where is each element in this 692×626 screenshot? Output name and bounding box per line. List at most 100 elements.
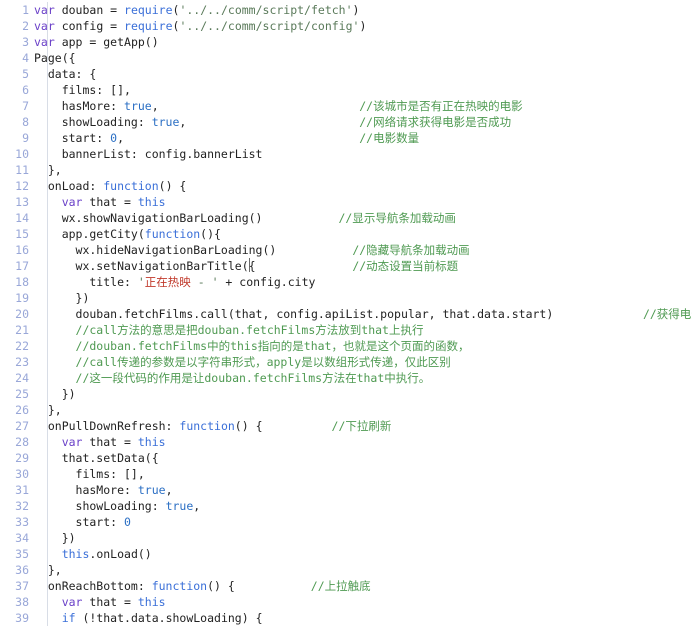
code-line[interactable]: title: '正在热映 - ' + config.city: [34, 274, 692, 290]
code-line[interactable]: var config = require('../../comm/script/…: [34, 18, 692, 34]
line-number: 8: [22, 115, 29, 129]
code-line[interactable]: var that = this: [34, 434, 692, 450]
code-token-plain: hasMore:: [34, 99, 125, 113]
code-line[interactable]: app.getCity(function(){: [34, 226, 692, 242]
code-line[interactable]: }): [34, 530, 692, 546]
line-number: 27: [15, 419, 29, 433]
code-token-plain: start:: [34, 515, 125, 529]
code-editor[interactable]: 1 2 3 4 5 6 7 8 9 10 11 12 13 14 15 16 17 18 19 20 21 22 23 24 2…: [0, 0, 692, 626]
code-line[interactable]: var that = this: [34, 194, 692, 210]
code-line[interactable]: wx.hideNavigationBarLoading() //隐藏导航条加载动画: [34, 242, 692, 258]
line-number: 23: [15, 355, 29, 369]
code-line[interactable]: //call方法的意思是把douban.fetchFilms方法放到that上执…: [34, 322, 692, 338]
code-line[interactable]: films: [],: [34, 82, 692, 98]
code-token-plain: onLoad:: [34, 179, 104, 193]
code-token-plain: () {: [207, 579, 235, 593]
code-line[interactable]: bannerList: config.bannerList: [34, 146, 692, 162]
code-token-plain: title:: [34, 275, 138, 289]
code-token-plain: films: [],: [34, 83, 131, 97]
code-line[interactable]: hasMore: true,: [34, 482, 692, 498]
code-line[interactable]: onPullDownRefresh: function() {//下拉刷新: [34, 418, 692, 434]
code-token-fn: function: [179, 419, 235, 433]
code-token-cmt: //call传递的参数是以字符串形式，apply是以数组形式传递，仅此区别: [34, 355, 451, 369]
line-number: 9: [22, 131, 29, 145]
line-number: 13: [15, 195, 29, 209]
code-line[interactable]: //这一段代码的作用是让douban.fetchFilms方法在that中执行。: [34, 370, 692, 386]
code-token-plain: app.getCity(: [34, 227, 145, 241]
code-line[interactable]: Page({: [34, 50, 692, 66]
code-token-plain: ,: [193, 499, 201, 513]
code-line[interactable]: var that = this: [34, 594, 692, 610]
code-token-fn: this: [61, 547, 90, 561]
line-number: 6: [22, 83, 29, 97]
code-token-plain: (!that.data.showLoading) {: [75, 611, 263, 625]
code-line[interactable]: var douban = require('../../comm/script/…: [34, 2, 692, 18]
code-token-kw: var: [61, 435, 83, 449]
code-token-plain: hasMore:: [34, 483, 138, 497]
code-line[interactable]: hasMore: true, //该城市是否有正在热映的电影: [34, 98, 692, 114]
code-token-num: 0: [124, 515, 131, 529]
line-number: 18: [15, 275, 29, 289]
line-number: 17: [15, 259, 29, 273]
line-number: 15: [15, 227, 29, 241]
code-token-plain: () {: [234, 419, 263, 433]
line-number-gutter: 1 2 3 4 5 6 7 8 9 10 11 12 13 14 15 16 17 18 19 20 21 22 23 24 2…: [0, 0, 34, 626]
code-line[interactable]: that.setData({: [34, 450, 692, 466]
code-token-fn: if: [61, 611, 76, 625]
code-line[interactable]: //call传递的参数是以字符串形式，apply是以数组形式传递，仅此区别: [34, 354, 692, 370]
code-token-fn: require: [124, 19, 173, 33]
code-line[interactable]: }): [34, 386, 692, 402]
code-token-kw: var: [34, 3, 55, 17]
code-line[interactable]: //douban.fetchFilms中的this指向的是that，也就是这个页…: [34, 338, 692, 354]
code-token-plain: Page({: [34, 51, 76, 65]
line-number: 12: [15, 179, 29, 193]
line-number: 20: [15, 307, 29, 321]
inline-comment: //网络请求获得电影是否成功: [359, 115, 512, 129]
line-number: 30: [15, 467, 29, 481]
code-line[interactable]: }): [34, 290, 692, 306]
code-line[interactable]: showLoading: true, //网络请求获得电影是否成功: [34, 114, 692, 130]
line-number: 4: [22, 51, 29, 65]
code-line[interactable]: start: 0,//电影数量: [34, 130, 692, 146]
code-line[interactable]: if (!that.data.showLoading) {: [34, 610, 692, 626]
code-line[interactable]: this.onLoad(): [34, 546, 692, 562]
code-token-bool: true: [165, 499, 194, 513]
line-number: 3: [22, 35, 29, 49]
code-token-kw: var: [34, 19, 55, 33]
inline-comment: //获得电影列表: [642, 307, 692, 321]
code-token-plain: + config.city: [218, 275, 316, 289]
code-line[interactable]: showLoading: true,: [34, 498, 692, 514]
line-number: 7: [22, 99, 29, 113]
code-line[interactable]: start: 0: [34, 514, 692, 530]
code-token-plain: ,: [151, 99, 159, 113]
code-content-area[interactable]: var douban = require('../../comm/script/…: [34, 0, 692, 626]
code-token-plain: that =: [82, 195, 138, 209]
code-token-plain: bannerList: config.bannerList: [34, 147, 263, 161]
code-line[interactable]: },: [34, 562, 692, 578]
code-line[interactable]: var app = getApp(): [34, 34, 692, 50]
line-number: 33: [15, 515, 29, 529]
code-line[interactable]: wx.showNavigationBarLoading() //显示导航条加载动画: [34, 210, 692, 226]
code-line[interactable]: onReachBottom: function() {//上拉触底: [34, 578, 692, 594]
code-token-fn: require: [124, 3, 173, 17]
code-line[interactable]: onLoad: function() {: [34, 178, 692, 194]
code-line[interactable]: douban.fetchFilms.call(that, config.apiL…: [34, 306, 692, 322]
code-token-plain: wx.hideNavigationBarLoading(): [34, 243, 277, 257]
inline-comment: //该城市是否有正在热映的电影: [359, 99, 523, 113]
code-line[interactable]: data: {: [34, 66, 692, 82]
code-token-plain: wx.setNavigationBarTitle({: [34, 259, 256, 273]
code-token-plain: .onLoad(): [89, 547, 152, 561]
code-line[interactable]: },: [34, 402, 692, 418]
code-token-plain: }): [34, 291, 90, 305]
code-line[interactable]: films: [],: [34, 466, 692, 482]
line-number: 11: [15, 163, 29, 177]
code-line[interactable]: wx.setNavigationBarTitle({//动态设置当前标题: [34, 258, 692, 274]
line-number: 16: [15, 243, 29, 257]
code-line[interactable]: },: [34, 162, 692, 178]
code-token-fn: function: [103, 179, 159, 193]
code-token-plain: },: [34, 163, 62, 177]
line-number: 28: [15, 435, 29, 449]
